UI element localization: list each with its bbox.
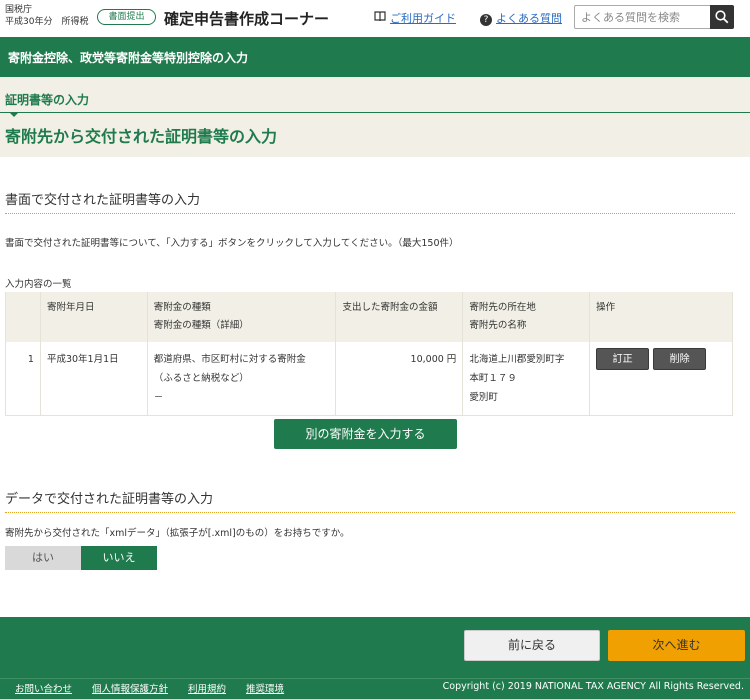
page-title: 寄附先から交付された証明書等の入力: [5, 127, 278, 146]
sub-step-rule: [0, 112, 750, 113]
col-place-label: 寄附先の所在地: [469, 302, 536, 313]
row-amount: 10,000 円: [335, 342, 464, 416]
col-recipient: 寄附先の所在地 寄附先の名称: [462, 292, 591, 342]
entry-list-label: 入力内容の一覧: [5, 279, 72, 290]
footer-link-environment[interactable]: 推奨環境: [246, 684, 284, 695]
row-kind-line1: 都道府県、市区町村に対する寄附金: [153, 354, 306, 365]
submission-badge: 書面提出: [97, 9, 156, 25]
search-icon: [715, 10, 729, 24]
paper-section-title: 書面で交付された証明書等の入力: [5, 193, 201, 208]
book-icon: [374, 11, 386, 25]
col-index: [5, 292, 41, 342]
entries-table: 寄附年月日 寄附金の種類寄附金の種類（詳細） 支出した寄附金の金額 寄附先の所在…: [5, 292, 733, 416]
yes-option[interactable]: はい: [5, 546, 81, 570]
page-header-panel: 証明書等の入力 寄附先から交付された証明書等の入力: [0, 77, 750, 157]
table-header-row: 寄附年月日 寄附金の種類寄附金の種類（詳細） 支出した寄附金の金額 寄附先の所在…: [5, 292, 733, 342]
back-button[interactable]: 前に戻る: [464, 630, 600, 661]
col-kind: 寄附金の種類寄附金の種類（詳細）: [146, 292, 337, 342]
col-ops: 操作: [589, 292, 733, 342]
delete-button[interactable]: 削除: [653, 348, 707, 370]
xml-question: 寄附先から交付された「xmlデータ」（拡張子が[.xml]のもの）をお持ちですか…: [5, 528, 350, 539]
copyright: Copyright (c) 2019 NATIONAL TAX AGENCY A…: [442, 681, 744, 692]
guide-link[interactable]: ご利用ガイド: [374, 10, 456, 26]
footer-link-privacy[interactable]: 個人情報保護方針: [92, 684, 168, 695]
data-section-title: データで交付された証明書等の入力: [5, 492, 214, 507]
col-kind-label: 寄附金の種類: [153, 302, 211, 313]
paper-section-description: 書面で交付された証明書等について、「入力する」ボタンをクリックして入力してくださ…: [5, 238, 459, 249]
row-kind-line2: （ふるさと納税など）: [153, 373, 249, 384]
data-section-divider: [5, 512, 735, 513]
sub-step-label: 証明書等の入力: [5, 93, 90, 107]
row-index: 1: [5, 342, 41, 416]
agency-label: 国税庁 平成30年分 所得税: [5, 4, 88, 28]
col-name-label: 寄附先の名称: [469, 320, 527, 331]
col-amount: 支出した寄附金の金額: [335, 292, 464, 342]
row-kind: 都道府県、市区町村に対する寄附金 （ふるさと納税など） －: [146, 342, 337, 416]
tax-year-label: 平成30年分 所得税: [5, 17, 89, 27]
footer-link-contact[interactable]: お問い合わせ: [15, 684, 72, 695]
app-title: 確定申告書作成コーナー: [164, 10, 330, 28]
question-icon: ?: [480, 14, 492, 26]
col-kind-detail-label: 寄附金の種類（詳細）: [153, 320, 249, 331]
row-place-line2: 本町１７９: [469, 373, 517, 384]
sub-step-pointer: [9, 112, 19, 117]
agency-name: 国税庁: [5, 5, 33, 15]
add-another-donation-button[interactable]: 別の寄附金を入力する: [274, 419, 457, 449]
col-date: 寄附年月日: [39, 292, 148, 342]
footer-divider: [0, 678, 750, 679]
row-ops: 訂正 削除: [589, 342, 733, 416]
paper-section-divider: [5, 213, 735, 214]
header: 国税庁 平成30年分 所得税 書面提出 確定申告書作成コーナー ご利用ガイド ?…: [0, 0, 750, 37]
search-button[interactable]: [710, 5, 734, 29]
guide-link-label[interactable]: ご利用ガイド: [390, 12, 456, 25]
section-bar: 寄附金控除、政党等寄附金等特別控除の入力: [0, 37, 750, 77]
row-place-line1: 北海道上川郡愛別町字: [469, 354, 565, 365]
faq-link-label[interactable]: よくある質問: [496, 12, 562, 25]
footer: 前に戻る 次へ進む お問い合わせ 個人情報保護方針 利用規約 推奨環境 Copyrig…: [0, 617, 750, 699]
row-kind-line3: －: [153, 392, 164, 403]
row-recipient-name: 愛別町: [469, 392, 498, 403]
next-button[interactable]: 次へ進む: [608, 630, 745, 661]
row-recipient: 北海道上川郡愛別町字 本町１７９ 愛別町: [462, 342, 591, 416]
footer-links: お問い合わせ 個人情報保護方針 利用規約 推奨環境: [15, 681, 304, 695]
table-row: 1 平成30年1月1日 都道府県、市区町村に対する寄附金 （ふるさと納税など）－ …: [5, 342, 733, 416]
edit-button[interactable]: 訂正: [596, 348, 650, 370]
no-option[interactable]: いいえ: [81, 546, 157, 570]
row-date: 平成30年1月1日: [39, 342, 148, 416]
faq-link[interactable]: ? よくある質問: [480, 10, 562, 26]
footer-link-terms[interactable]: 利用規約: [188, 684, 226, 695]
